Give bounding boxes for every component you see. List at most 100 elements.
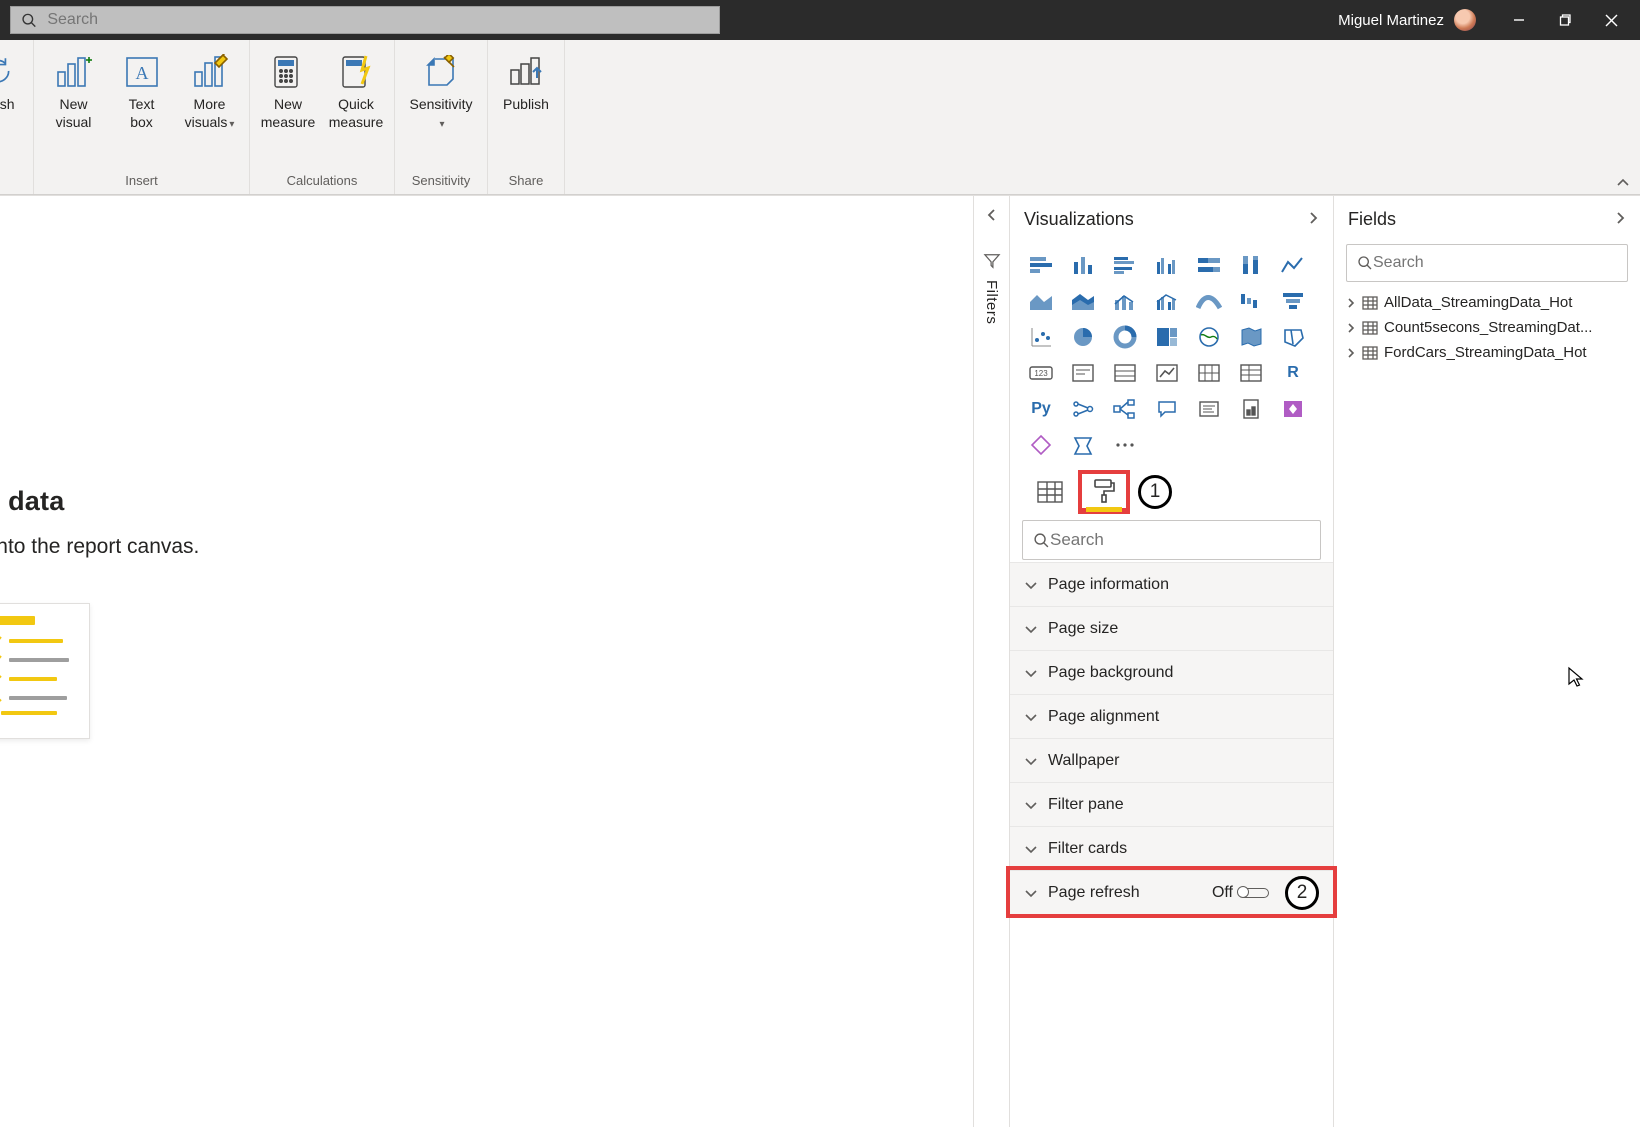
viz-100-stacked-column-icon[interactable] [1232, 248, 1270, 282]
more-visuals-button[interactable]: More visuals▾ [176, 46, 244, 170]
window-restore-button[interactable] [1542, 0, 1588, 40]
section-filter-pane[interactable]: Filter pane [1010, 782, 1333, 826]
refresh-icon [0, 55, 15, 89]
chevron-down-icon [1024, 888, 1038, 898]
page-refresh-state: Off [1212, 884, 1233, 902]
window-minimize-button[interactable] [1496, 0, 1542, 40]
new-visual-button[interactable]: New visual [40, 46, 108, 170]
chevron-up-icon [1616, 177, 1630, 187]
section-page-refresh[interactable]: Page refresh Off 2 [1010, 870, 1333, 914]
fields-search[interactable] [1346, 244, 1628, 282]
viz-python-icon[interactable]: Py [1022, 392, 1060, 426]
fields-tab[interactable] [1024, 470, 1076, 514]
quick-measure-icon [338, 54, 374, 90]
filters-pane-collapsed[interactable]: Filters [974, 195, 1010, 1127]
viz-power-automate-icon[interactable] [1022, 428, 1060, 462]
table-node[interactable]: AllData_StreamingData_Hot [1334, 290, 1640, 315]
viz-area-chart-icon[interactable] [1022, 284, 1060, 318]
section-page-size[interactable]: Page size [1010, 606, 1333, 650]
viz-waterfall-icon[interactable] [1232, 284, 1270, 318]
viz-line-stacked-column-icon[interactable] [1106, 284, 1144, 318]
avatar[interactable] [1454, 9, 1476, 31]
section-page-alignment[interactable]: Page alignment [1010, 694, 1333, 738]
expand-filters-button[interactable] [986, 208, 998, 225]
fields-search-input[interactable] [1373, 254, 1617, 272]
report-canvas[interactable]: ls with your data e Fields pane onto the… [0, 195, 974, 1127]
viz-treemap-icon[interactable] [1148, 320, 1186, 354]
window-close-button[interactable] [1588, 0, 1634, 40]
format-roller-icon [1090, 477, 1118, 505]
table-node[interactable]: FordCars_StreamingData_Hot [1334, 340, 1640, 365]
format-search-input[interactable] [1050, 530, 1310, 550]
collapse-fields-button[interactable] [1614, 209, 1626, 230]
viz-qa-icon[interactable] [1148, 392, 1186, 426]
viz-ribbon-chart-icon[interactable] [1190, 284, 1228, 318]
viz-funnel-icon[interactable] [1274, 284, 1312, 318]
section-wallpaper[interactable]: Wallpaper [1010, 738, 1333, 782]
visualizations-pane: Visualizations [1010, 195, 1334, 1127]
viz-paginated-report-icon[interactable] [1232, 392, 1270, 426]
quick-measure-button[interactable]: Quick measure [322, 46, 390, 170]
viz-get-more-icon[interactable] [1106, 428, 1144, 462]
ribbon-collapse-button[interactable] [1616, 174, 1630, 190]
refresh-button[interactable]: sh [0, 46, 15, 170]
table-icon [1362, 346, 1378, 360]
new-measure-button[interactable]: New measure [254, 46, 322, 170]
viz-key-influencers-icon[interactable] [1064, 392, 1102, 426]
viz-table-icon[interactable] [1232, 356, 1270, 390]
viz-filled-map-icon[interactable] [1232, 320, 1270, 354]
viz-kpi-icon[interactable] [1148, 356, 1186, 390]
viz-clustered-column-icon[interactable] [1148, 248, 1186, 282]
format-search[interactable] [1022, 520, 1321, 560]
publish-icon [507, 54, 545, 90]
global-search[interactable] [10, 6, 720, 34]
viz-100-stacked-bar-icon[interactable] [1190, 248, 1228, 282]
viz-pie-icon[interactable] [1064, 320, 1102, 354]
viz-gauge-icon[interactable]: 123 [1022, 356, 1060, 390]
canvas-headline: ls with your data [0, 486, 548, 517]
section-page-information[interactable]: Page information [1010, 562, 1333, 606]
viz-line-chart-icon[interactable] [1274, 248, 1312, 282]
canvas-illustration: ✓ [0, 603, 548, 739]
page-refresh-toggle[interactable]: Off [1212, 884, 1275, 902]
section-page-background[interactable]: Page background [1010, 650, 1333, 694]
viz-stacked-column-icon[interactable] [1064, 248, 1102, 282]
viz-smart-narrative-icon[interactable] [1190, 392, 1228, 426]
table-node[interactable]: Count5secons_StreamingDat... [1334, 315, 1640, 340]
publish-button[interactable]: Publish [492, 46, 560, 170]
viz-stacked-area-icon[interactable] [1064, 284, 1102, 318]
format-tab[interactable] [1078, 470, 1130, 514]
search-icon [21, 12, 37, 29]
current-user-name: Miguel Martinez [1338, 12, 1444, 29]
viz-line-clustered-column-icon[interactable] [1148, 284, 1186, 318]
viz-r-script-icon[interactable]: R [1274, 356, 1312, 390]
chevron-down-icon [1024, 624, 1038, 634]
chevron-right-icon [1614, 211, 1626, 225]
viz-slicer-icon[interactable] [1190, 356, 1228, 390]
viz-power-apps-icon[interactable] [1274, 392, 1312, 426]
viz-donut-icon[interactable] [1106, 320, 1144, 354]
viz-multi-row-card-icon[interactable] [1106, 356, 1144, 390]
close-icon [1605, 14, 1618, 27]
viz-map-icon[interactable] [1190, 320, 1228, 354]
viz-stacked-bar-icon[interactable] [1022, 248, 1060, 282]
text-box-icon: A [124, 55, 160, 89]
filters-label: Filters [983, 280, 1000, 324]
viz-scatter-icon[interactable] [1022, 320, 1060, 354]
viz-clustered-bar-icon[interactable] [1106, 248, 1144, 282]
ribbon: sh New visual A Text box [0, 40, 1640, 195]
text-box-button[interactable]: A Text box [108, 46, 176, 170]
minimize-icon [1513, 14, 1525, 26]
chevron-right-icon [1346, 347, 1356, 359]
viz-arcgis-icon[interactable] [1064, 428, 1102, 462]
chevron-down-icon [1024, 844, 1038, 854]
viz-decomposition-tree-icon[interactable] [1106, 392, 1144, 426]
global-search-input[interactable] [47, 11, 709, 29]
viz-card-icon[interactable] [1064, 356, 1102, 390]
section-filter-cards[interactable]: Filter cards [1010, 826, 1333, 870]
viz-shape-map-icon[interactable] [1274, 320, 1312, 354]
collapse-visualizations-button[interactable] [1307, 209, 1319, 230]
chevron-left-icon [986, 208, 998, 222]
sensitivity-button[interactable]: Sensitivity▾ [399, 46, 483, 170]
chevron-down-icon [1024, 800, 1038, 810]
